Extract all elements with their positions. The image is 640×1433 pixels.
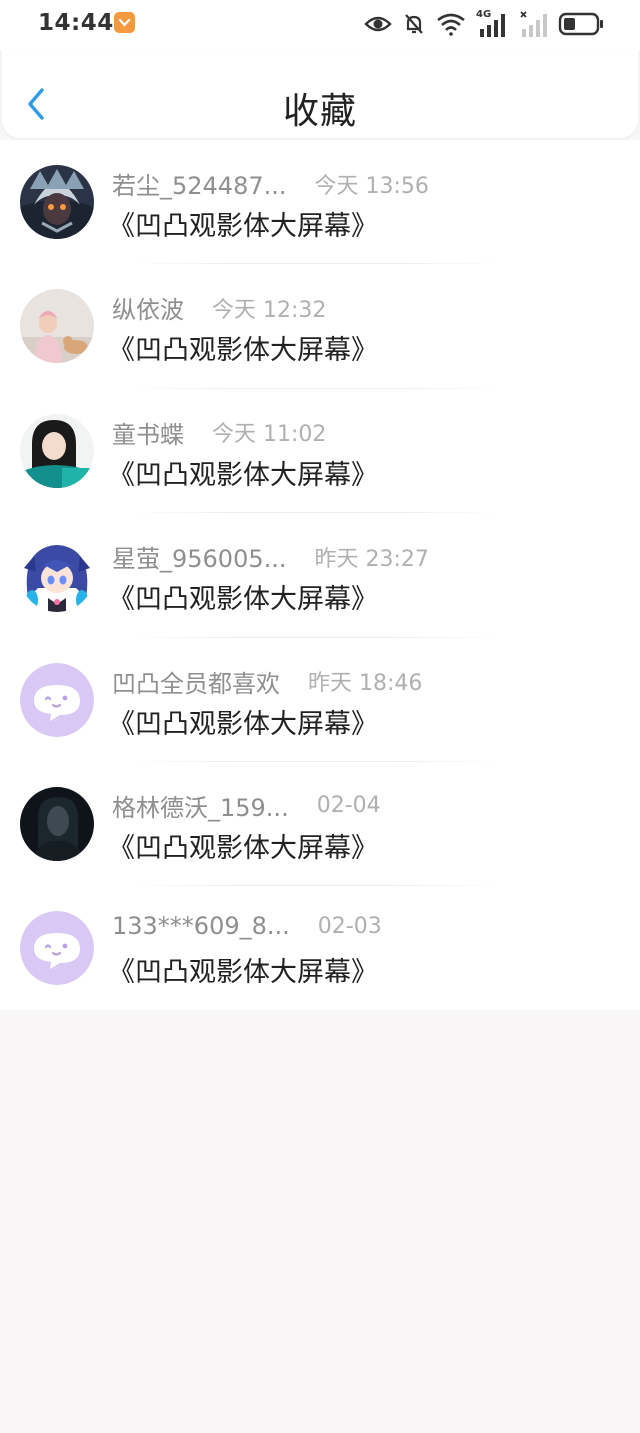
mute-bell-icon [405,14,423,34]
list-item[interactable]: 星萤_956005... 昨天 23:27 《凹凸观影体大屏幕》 [0,513,640,638]
favorites-list: 若尘_524487... 今天 13:56 《凹凸观影体大屏幕》 纵依波 今天 … [0,140,640,1010]
wifi-icon [437,13,465,36]
avatar[interactable] [20,413,94,488]
default-avatar-icon [20,911,94,986]
favorite-title: 《凹凸观影体大屏幕》 [108,957,378,989]
username: 童书蝶 [112,420,184,449]
username: 凹凸全员都喜欢 [112,669,280,698]
avatar[interactable] [20,165,94,239]
status-bar: 14:44 4G [0,0,640,50]
favorite-title: 《凹凸观影体大屏幕》 [108,708,378,740]
list-item[interactable]: 童书蝶 今天 11:02 《凹凸观影体大屏幕》 [0,389,640,514]
page-header: 收藏 [2,50,638,138]
timestamp: 02-04 [316,792,381,818]
battery-icon [558,12,603,36]
list-item[interactable]: 若尘_524487... 今天 13:56 《凹凸观影体大屏幕》 [0,140,640,265]
avatar[interactable] [20,662,94,737]
username: 若尘_524487... [112,172,287,200]
timestamp: 昨天 18:46 [308,671,423,697]
list-item[interactable]: 133***609_8... 02-03 《凹凸观影体大屏幕》 [0,886,640,1010]
eye-icon [364,16,392,32]
username: 格林德沃_159... [112,793,289,822]
cellular-signal-icon: 4G [476,9,510,37]
cellular-signal-2-icon [520,11,547,37]
favorite-title: 《凹凸观影体大屏幕》 [108,459,378,491]
favorite-title: 《凹凸观影体大屏幕》 [108,584,378,616]
app-notification-icon [114,12,135,33]
avatar[interactable] [20,538,94,613]
username: 纵依波 [112,296,184,325]
username: 133***609_8... [112,912,290,941]
username: 星萤_956005... [112,545,287,574]
avatar[interactable] [20,289,94,364]
timestamp: 02-03 [317,913,382,939]
list-item[interactable]: 凹凸全员都喜欢 昨天 18:46 《凹凸观影体大屏幕》 [0,638,640,762]
timestamp: 今天 11:02 [212,422,327,448]
status-icons: 4G [364,9,604,38]
list-item[interactable]: 格林德沃_159... 02-04 《凹凸观影体大屏幕》 [0,762,640,887]
favorite-title: 《凹凸观影体大屏幕》 [108,335,378,367]
timestamp: 昨天 23:27 [314,546,429,572]
default-avatar-icon [20,662,94,737]
favorite-title: 《凹凸观影体大屏幕》 [108,832,378,864]
timestamp: 今天 13:56 [314,173,429,199]
favorite-title: 《凹凸观影体大屏幕》 [108,211,378,242]
page-title: 收藏 [282,91,357,132]
avatar[interactable] [20,786,94,861]
list-item[interactable]: 纵依波 今天 12:32 《凹凸观影体大屏幕》 [0,264,640,389]
timestamp: 今天 12:32 [212,297,327,323]
avatar[interactable] [20,911,94,986]
status-time: 14:44 [38,10,114,36]
